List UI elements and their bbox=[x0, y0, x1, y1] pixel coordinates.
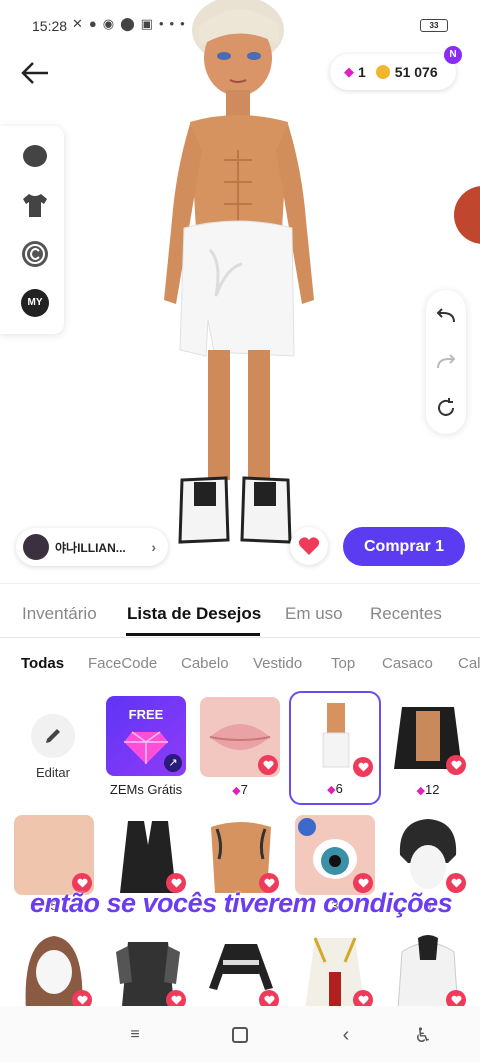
category-top[interactable]: Top bbox=[331, 655, 355, 672]
edit-label: Editar bbox=[36, 765, 70, 780]
gem-icon: ◆ bbox=[327, 784, 336, 796]
free-label: FREE bbox=[128, 707, 164, 722]
clothing-button[interactable] bbox=[20, 190, 50, 220]
copyright-icon bbox=[22, 241, 48, 267]
divider bbox=[0, 637, 480, 638]
category-todas[interactable]: Todas bbox=[21, 655, 64, 672]
arrow-left-icon bbox=[21, 62, 48, 84]
item-long-hair[interactable] bbox=[14, 932, 94, 1012]
free-zems-card[interactable]: FREE ↗ bbox=[106, 696, 186, 776]
tab-em-uso[interactable]: Em uso bbox=[285, 604, 343, 624]
tab-lista-de-desejos[interactable]: Lista de Desejos bbox=[127, 604, 261, 624]
category-vestido[interactable]: Vestido bbox=[253, 655, 302, 672]
creator-chip[interactable]: 야나ILLIAN... › bbox=[16, 528, 168, 566]
category-filter-bar: Todas FaceCode Cabelo Vestido Top Casaco… bbox=[0, 650, 480, 676]
new-badge: N bbox=[444, 46, 462, 64]
my-button[interactable]: MY bbox=[20, 288, 50, 318]
back-nav-icon[interactable]: ‹ bbox=[335, 1024, 357, 1046]
item-dark-dress[interactable] bbox=[108, 932, 188, 1012]
heart-icon bbox=[298, 537, 320, 555]
tab-recentes[interactable]: Recentes bbox=[370, 604, 442, 624]
item-neck[interactable] bbox=[14, 815, 94, 895]
creator-name: 야나ILLIAN... bbox=[55, 540, 126, 555]
gem-icon: ◆ bbox=[344, 64, 354, 79]
item-royal-coat[interactable] bbox=[295, 932, 375, 1012]
gem-icon bbox=[124, 731, 168, 764]
share-icon: ↗ bbox=[164, 754, 182, 772]
item-hair[interactable] bbox=[388, 815, 468, 895]
video-caption: então se vocês tiverem condições bbox=[30, 888, 453, 918]
gem-icon: ◆ bbox=[232, 785, 241, 797]
item-suit[interactable] bbox=[108, 815, 188, 895]
divider bbox=[0, 583, 480, 584]
coin-icon bbox=[375, 65, 390, 79]
shirt-icon bbox=[23, 194, 47, 217]
item-price: ◆6 bbox=[327, 781, 343, 796]
status-time: 15:28 bbox=[32, 18, 68, 34]
item-jacket[interactable] bbox=[388, 697, 468, 777]
wishlist-heart-icon[interactable] bbox=[353, 757, 373, 777]
chat-bubble-icon: ● bbox=[88, 16, 103, 31]
item-lips[interactable] bbox=[200, 697, 280, 777]
undo-icon[interactable] bbox=[434, 304, 458, 328]
side-avatar[interactable] bbox=[454, 186, 480, 244]
menu-icon[interactable]: ≡ bbox=[124, 1024, 146, 1046]
battery-indicator: 33 bbox=[420, 19, 448, 32]
item-price: ◆12 bbox=[416, 782, 440, 797]
avatar-preview bbox=[164, 0, 314, 544]
accessibility-icon[interactable]: ♿ bbox=[412, 1024, 434, 1047]
pencil-icon bbox=[46, 729, 60, 743]
gem-count: 1 bbox=[358, 64, 366, 80]
location-icon: ⬤ bbox=[120, 16, 141, 31]
head-button[interactable] bbox=[20, 142, 50, 172]
edit-button[interactable] bbox=[31, 714, 75, 758]
zems-caption: ZEMs Grátis bbox=[109, 782, 183, 797]
category-facecode[interactable]: FaceCode bbox=[88, 655, 157, 672]
active-tab-indicator bbox=[126, 633, 260, 636]
creations-button[interactable] bbox=[20, 239, 50, 269]
home-icon[interactable] bbox=[229, 1024, 251, 1046]
redo-icon[interactable] bbox=[434, 350, 458, 374]
category-cabelo[interactable]: Cabelo bbox=[181, 655, 229, 672]
category-casaco[interactable]: Casaco bbox=[382, 655, 433, 672]
gem-icon: ◆ bbox=[416, 785, 425, 797]
item-eyes[interactable] bbox=[295, 815, 375, 895]
item-price: ◆7 bbox=[232, 782, 248, 797]
my-label: MY bbox=[21, 289, 49, 317]
head-icon bbox=[23, 145, 47, 167]
creator-avatar bbox=[23, 534, 49, 560]
item-hoodie[interactable] bbox=[388, 932, 468, 1012]
coin-count: 51 076 bbox=[394, 64, 438, 80]
item-crop-top[interactable] bbox=[201, 932, 281, 1012]
reset-icon[interactable] bbox=[434, 396, 458, 420]
history-rail bbox=[426, 290, 466, 434]
currency-display[interactable]: ◆ 1 51 076 N bbox=[330, 46, 462, 90]
tab-bar: Inventário Lista de Desejos Em uso Recen… bbox=[0, 596, 480, 638]
wishlist-heart-icon[interactable] bbox=[446, 755, 466, 775]
wishlist-heart-icon[interactable] bbox=[258, 755, 278, 775]
messenger-icon: ◉ bbox=[102, 16, 121, 31]
item-towel-selected[interactable]: ◆6 bbox=[289, 691, 381, 805]
buy-button[interactable]: Comprar 1 bbox=[343, 527, 465, 566]
mute-icon: ✕ bbox=[72, 16, 89, 31]
tool-rail: MY bbox=[0, 126, 64, 334]
wishlist-button[interactable] bbox=[290, 527, 328, 565]
tab-inventario[interactable]: Inventário bbox=[22, 604, 97, 624]
system-nav-bar: ≡ ‹ ♿ bbox=[0, 1006, 480, 1062]
item-tattoo-body[interactable] bbox=[201, 815, 281, 895]
category-cal[interactable]: Cal bbox=[458, 655, 480, 672]
back-button[interactable] bbox=[18, 56, 52, 90]
chevron-right-icon: › bbox=[151, 539, 156, 555]
